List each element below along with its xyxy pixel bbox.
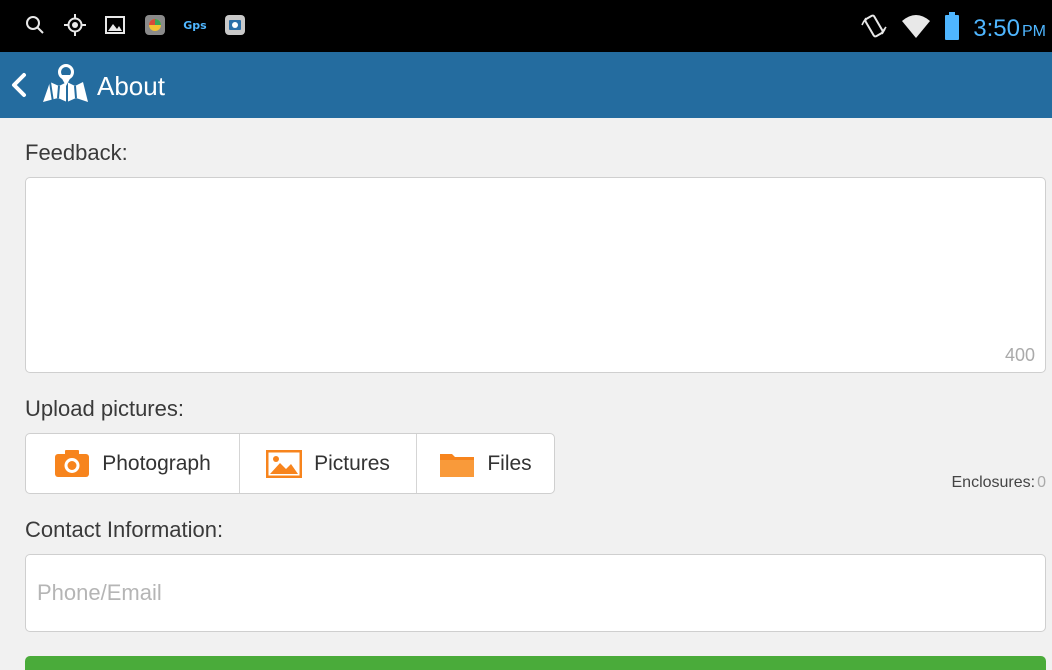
folder-icon xyxy=(440,453,475,477)
action-bar: About xyxy=(0,52,1052,118)
app-icon xyxy=(144,14,166,36)
image-icon xyxy=(104,14,126,36)
back-arrow-icon[interactable] xyxy=(8,70,30,100)
camera-app-icon xyxy=(224,14,246,36)
clock: 3:50 PM xyxy=(973,15,1046,43)
map-logo-icon[interactable] xyxy=(40,64,90,104)
clock-ampm: PM xyxy=(1022,22,1046,40)
wifi-icon xyxy=(901,13,931,44)
pictures-label: Pictures xyxy=(314,451,390,475)
vibrate-icon xyxy=(861,13,887,44)
contact-information-label: Contact Information: xyxy=(25,517,224,542)
photograph-label: Photograph xyxy=(102,451,211,475)
enclosures-count: 0 xyxy=(1037,474,1046,491)
status-bar-system: 3:50 PM xyxy=(861,12,1046,45)
gps-target-icon xyxy=(64,14,86,36)
contact-placeholder: Phone/Email xyxy=(37,580,162,605)
contact-input[interactable]: Phone/Email xyxy=(25,554,1046,632)
feedback-label: Feedback: xyxy=(25,140,128,165)
battery-icon xyxy=(945,12,960,45)
search-icon xyxy=(24,14,46,36)
camera-icon xyxy=(55,449,90,477)
feedback-textarea[interactable]: 400 xyxy=(25,177,1046,373)
status-bar-notifications: Gps xyxy=(24,14,246,36)
gps-label: Gps xyxy=(183,18,207,32)
enclosures-indicator: Enclosures: 0 xyxy=(952,474,1047,492)
upload-pictures-label: Upload pictures: xyxy=(25,396,184,421)
upload-button-group: Photograph Pictures Files xyxy=(25,433,555,494)
status-bar: Gps 3:50 PM xyxy=(0,0,1052,52)
submit-button[interactable] xyxy=(25,656,1046,670)
files-label: Files xyxy=(487,451,532,475)
clock-time: 3:50 xyxy=(973,14,1020,42)
pictures-button[interactable]: Pictures xyxy=(239,434,416,493)
picture-icon xyxy=(266,449,303,478)
character-counter: 400 xyxy=(1004,345,1035,365)
enclosures-label: Enclosures: xyxy=(951,474,1036,491)
photograph-button[interactable]: Photograph xyxy=(26,434,239,493)
files-button[interactable]: Files xyxy=(416,434,554,493)
page-title: About xyxy=(97,71,165,101)
